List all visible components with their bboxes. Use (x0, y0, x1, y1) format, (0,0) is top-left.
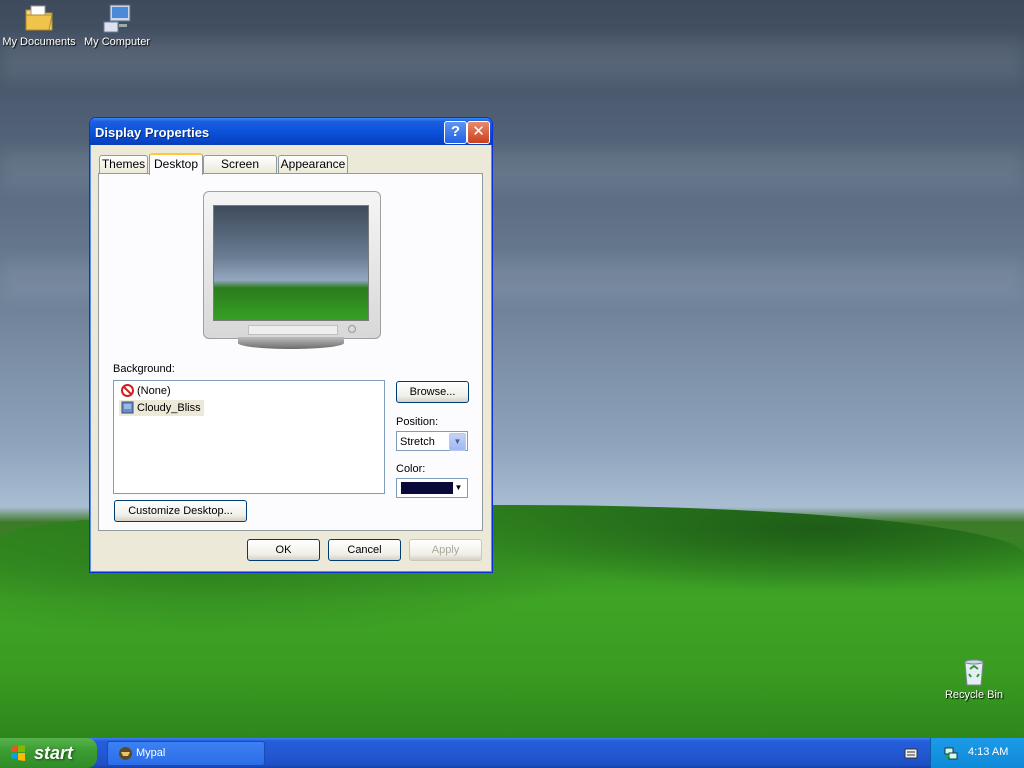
monitor-stand (238, 337, 344, 349)
start-button[interactable]: start (0, 738, 97, 768)
clock[interactable]: 4:13 AM (968, 746, 1008, 758)
recycle-bin-icon (958, 655, 990, 687)
window-title: Display Properties (95, 125, 210, 140)
desktop-icon-my-computer[interactable]: My Computer (78, 2, 156, 48)
chevron-down-icon[interactable]: ▼ (451, 480, 466, 496)
apply-button[interactable]: Apply (409, 539, 482, 561)
desktop-icon-my-documents[interactable]: My Documents (0, 2, 78, 48)
tab-desktop[interactable]: Desktop (149, 153, 203, 175)
monitor-preview (203, 191, 381, 339)
wallpaper-preview (213, 205, 369, 321)
mypal-icon (119, 747, 132, 760)
chevron-down-icon[interactable]: ▼ (449, 433, 466, 451)
taskbar-item-mypal[interactable]: Mypal (107, 741, 265, 766)
my-documents-icon (23, 2, 55, 34)
ok-button[interactable]: OK (247, 539, 320, 561)
tab-screen-saver[interactable]: Screen Saver (203, 155, 277, 188)
browse-button[interactable]: Browse... (396, 381, 469, 403)
tab-themes[interactable]: Themes (99, 155, 148, 173)
color-label: Color: (396, 463, 426, 475)
network-icon[interactable] (943, 745, 959, 761)
color-picker[interactable]: ▼ (396, 478, 468, 498)
list-item[interactable]: (None) (119, 383, 174, 399)
position-select[interactable]: Stretch ▼ (396, 431, 468, 451)
window-titlebar[interactable]: Display Properties ? ✕ (90, 118, 492, 145)
customize-desktop-button[interactable]: Customize Desktop... (114, 500, 247, 522)
my-computer-icon (101, 2, 133, 34)
none-icon (121, 384, 134, 397)
help-button[interactable]: ? (444, 121, 467, 144)
image-file-icon (121, 401, 134, 414)
cancel-button[interactable]: Cancel (328, 539, 401, 561)
background-listbox[interactable]: (None) Cloudy_Bliss (113, 380, 385, 494)
keyboard-icon[interactable] (904, 746, 918, 760)
desktop-tab-panel: Background: (None) Cloudy_Bliss Browse..… (98, 173, 483, 531)
display-properties-window: Display Properties ? ✕ Themes Desktop Sc… (89, 117, 493, 573)
tab-appearance[interactable]: Appearance (278, 155, 348, 173)
color-swatch (401, 482, 453, 494)
list-item[interactable]: Cloudy_Bliss (119, 400, 204, 416)
close-button[interactable]: ✕ (467, 121, 490, 144)
desktop-icon-recycle-bin[interactable]: Recycle Bin (935, 655, 1013, 701)
windows-flag-icon (11, 745, 25, 761)
background-label: Background: (113, 363, 175, 375)
position-label: Position: (396, 416, 439, 428)
system-tray: 4:13 AM (930, 738, 1024, 768)
taskbar: start Mypal 4:13 AM (0, 738, 1024, 768)
